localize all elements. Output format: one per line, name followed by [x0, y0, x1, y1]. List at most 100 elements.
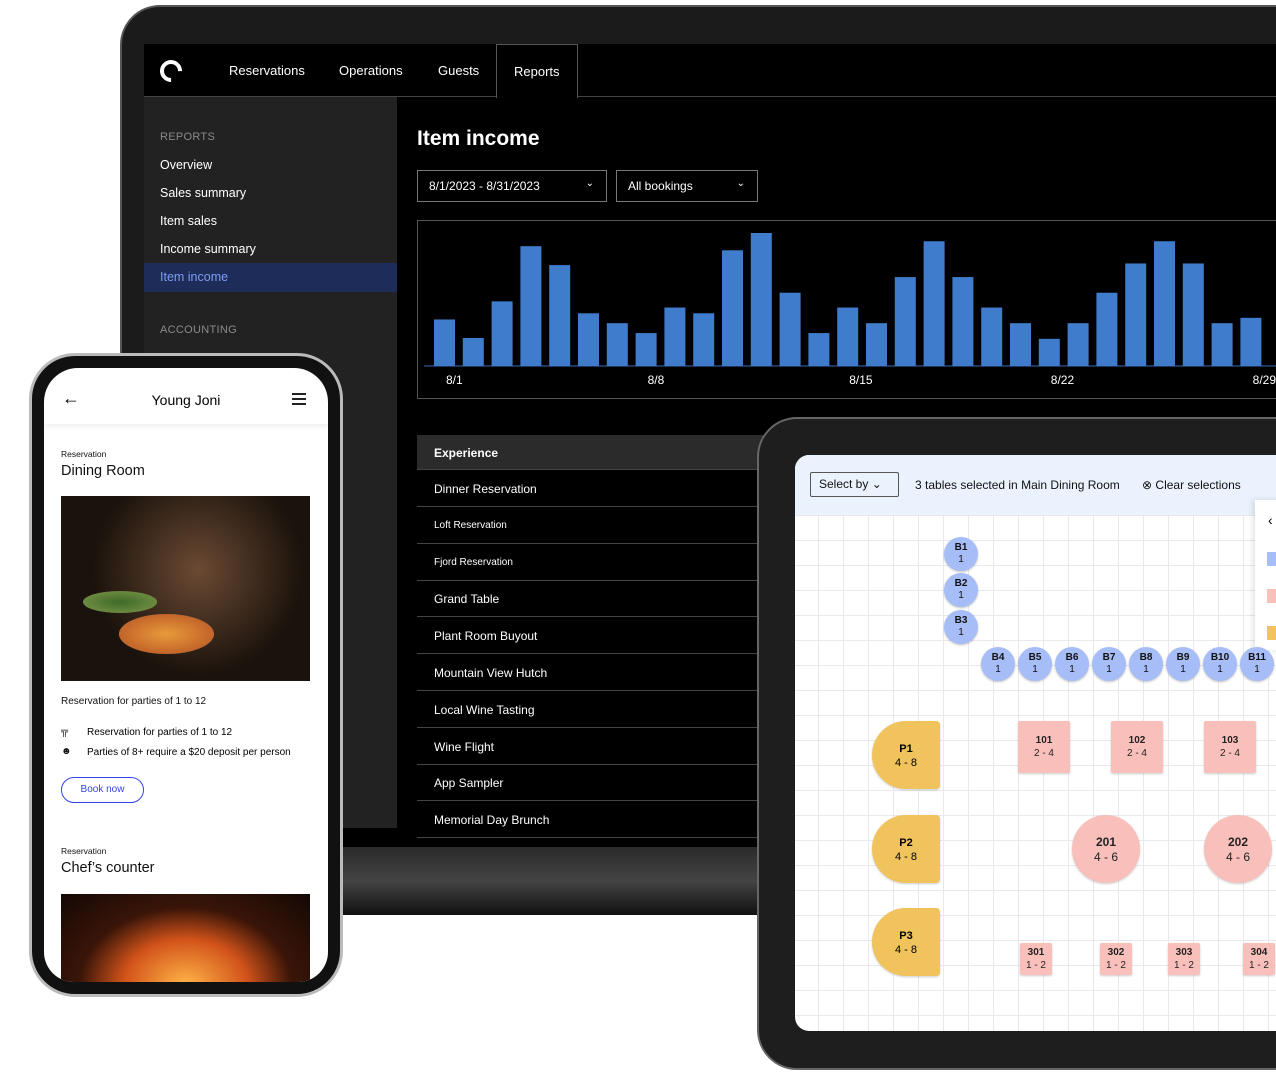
nav-operations[interactable]: Operations: [339, 63, 403, 78]
nav-reservations[interactable]: Reservations: [229, 63, 305, 78]
bar-8/16[interactable]: [866, 323, 887, 366]
table-row[interactable]: Mountain View Hutch: [417, 654, 777, 691]
seat-id: B9: [1176, 652, 1190, 663]
sidebar-item-sales-summary[interactable]: Sales summary: [144, 179, 397, 208]
table-row[interactable]: Plant Room Buyout: [417, 617, 777, 655]
bar-8/4[interactable]: [520, 246, 542, 366]
bar-8/6[interactable]: [578, 313, 599, 366]
bar-8/19[interactable]: [952, 277, 974, 366]
bar-8/24[interactable]: [1096, 292, 1118, 366]
sidebar-item-item-income[interactable]: Item income: [144, 263, 397, 292]
bar-seat[interactable]: B2 1: [944, 573, 978, 607]
date-range-dropdown[interactable]: 8/1/2023 - 8/31/2023 ⌄: [417, 170, 607, 202]
dining-table[interactable]: 102 2 - 4: [1111, 721, 1163, 773]
menu-icon[interactable]: [292, 393, 306, 405]
patio-table[interactable]: P3 4 - 8: [872, 908, 940, 976]
logo-icon[interactable]: [155, 55, 187, 87]
seat-capacity: 2 - 4: [1126, 748, 1147, 759]
table-row[interactable]: Local Wine Tasting: [417, 691, 777, 728]
bar-8/27[interactable]: [1182, 263, 1204, 366]
bar-8/15[interactable]: [837, 307, 859, 366]
bar-8/22[interactable]: [1038, 338, 1060, 366]
dining-table[interactable]: 101 2 - 4: [1018, 721, 1070, 773]
sidebar-heading-reports: REPORTS: [160, 131, 216, 143]
clear-selections-button[interactable]: ⊗ Clear selections: [1142, 478, 1241, 492]
bar-seat[interactable]: B4 1: [981, 647, 1015, 681]
table-row[interactable]: Grand Table: [417, 580, 777, 618]
bar-8/5[interactable]: [549, 265, 571, 366]
bar-seat[interactable]: B5 1: [1018, 647, 1052, 681]
table-row[interactable]: Memorial Day Brunch: [417, 801, 777, 839]
bar-8/17[interactable]: [894, 277, 916, 366]
bar-8/11[interactable]: [722, 250, 743, 366]
bar-8/9[interactable]: [664, 307, 686, 366]
table-row[interactable]: Dinner Reservation: [417, 470, 777, 507]
table-row[interactable]: Fjord Reservation: [417, 544, 777, 581]
bar-seat[interactable]: B9 1: [1166, 647, 1200, 681]
bar-8/14[interactable]: [808, 333, 830, 366]
book-now-button[interactable]: Book now: [61, 777, 144, 803]
seat-capacity: 4 - 8: [894, 944, 917, 956]
dining-table[interactable]: 301 1 - 2: [1020, 943, 1052, 975]
venue-title: Young Joni: [151, 392, 221, 408]
select-by-dropdown[interactable]: Select by ⌄: [810, 472, 899, 497]
bar-seat[interactable]: B6 1: [1055, 647, 1089, 681]
seat-capacity: 1: [1180, 664, 1186, 675]
nav-guests[interactable]: Guests: [438, 63, 479, 78]
dining-table[interactable]: 304 1 - 2: [1243, 943, 1275, 975]
bar-8/8[interactable]: [635, 333, 657, 366]
patio-table[interactable]: P1 4 - 8: [872, 721, 940, 789]
seat-id: B10: [1210, 652, 1230, 663]
legend-swatch-patio: [1267, 626, 1276, 640]
dining-table[interactable]: 302 1 - 2: [1100, 943, 1132, 975]
bar-8/3[interactable]: [491, 301, 513, 366]
chevron-left-icon[interactable]: ‹: [1268, 512, 1273, 528]
bar-seat[interactable]: B8 1: [1129, 647, 1163, 681]
bar-8/25[interactable]: [1125, 263, 1147, 366]
bar-8/29[interactable]: [1240, 317, 1262, 366]
bar-8/23[interactable]: [1067, 323, 1089, 366]
bar-8/1[interactable]: [434, 319, 455, 366]
bar-8/12[interactable]: [750, 233, 772, 366]
table-row[interactable]: Loft Reservation: [417, 507, 777, 544]
dining-table[interactable]: 303 1 - 2: [1168, 943, 1200, 975]
sidebar-item-item-sales[interactable]: Item sales: [144, 207, 397, 236]
sidebar-item-income-summary[interactable]: Income summary: [144, 235, 397, 264]
seat-capacity: 1: [1069, 664, 1075, 675]
bar-seat[interactable]: B7 1: [1092, 647, 1126, 681]
dining-table[interactable]: 202 4 - 6: [1204, 815, 1272, 883]
seat-id: B6: [1065, 652, 1079, 663]
bar-8/13[interactable]: [779, 292, 801, 366]
table-row[interactable]: Wine Flight: [417, 728, 777, 765]
page-title: Item income: [417, 127, 540, 150]
bar-8/28[interactable]: [1211, 323, 1233, 366]
seat-id: P1: [899, 743, 913, 755]
sidebar-item-overview[interactable]: Overview: [144, 151, 397, 180]
chart-svg: 8/1 8/8 8/15 8/22 8/29: [424, 233, 1276, 387]
bar-8/21[interactable]: [1010, 323, 1031, 366]
top-nav: Reservations Operations Guests Reports: [144, 44, 1276, 98]
bar-8/10[interactable]: [693, 313, 715, 366]
bar-8/18[interactable]: [923, 241, 945, 366]
seat-id: B11: [1248, 652, 1266, 663]
bar-8/20[interactable]: [981, 307, 1003, 366]
x-tick-label: 8/1: [446, 373, 463, 387]
nav-reports[interactable]: Reports: [496, 44, 578, 98]
booking-filter-dropdown[interactable]: All bookings ⌄: [616, 170, 758, 202]
bar-8/7[interactable]: [606, 323, 628, 366]
bar-seat[interactable]: B1 1: [944, 537, 978, 571]
phone-screen: ← Young Joni Reservation Dining Room Res…: [44, 368, 328, 982]
bar-seat[interactable]: B3 1: [944, 610, 978, 644]
bar-seat[interactable]: B10 1: [1203, 647, 1237, 681]
seat-capacity: 4 - 6: [1225, 850, 1250, 864]
dining-table[interactable]: 103 2 - 4: [1204, 721, 1256, 773]
bar-seat[interactable]: B11 1: [1240, 647, 1274, 681]
bar-8/26[interactable]: [1154, 241, 1175, 366]
table-row[interactable]: App Sampler: [417, 764, 777, 802]
seat-id: 303: [1175, 947, 1193, 958]
bar-8/2[interactable]: [462, 338, 484, 366]
seat-capacity: 1: [1143, 664, 1149, 675]
table-header-experience[interactable]: Experience: [417, 435, 777, 470]
patio-table[interactable]: P2 4 - 8: [872, 815, 940, 883]
dining-table[interactable]: 201 4 - 6: [1072, 815, 1140, 883]
